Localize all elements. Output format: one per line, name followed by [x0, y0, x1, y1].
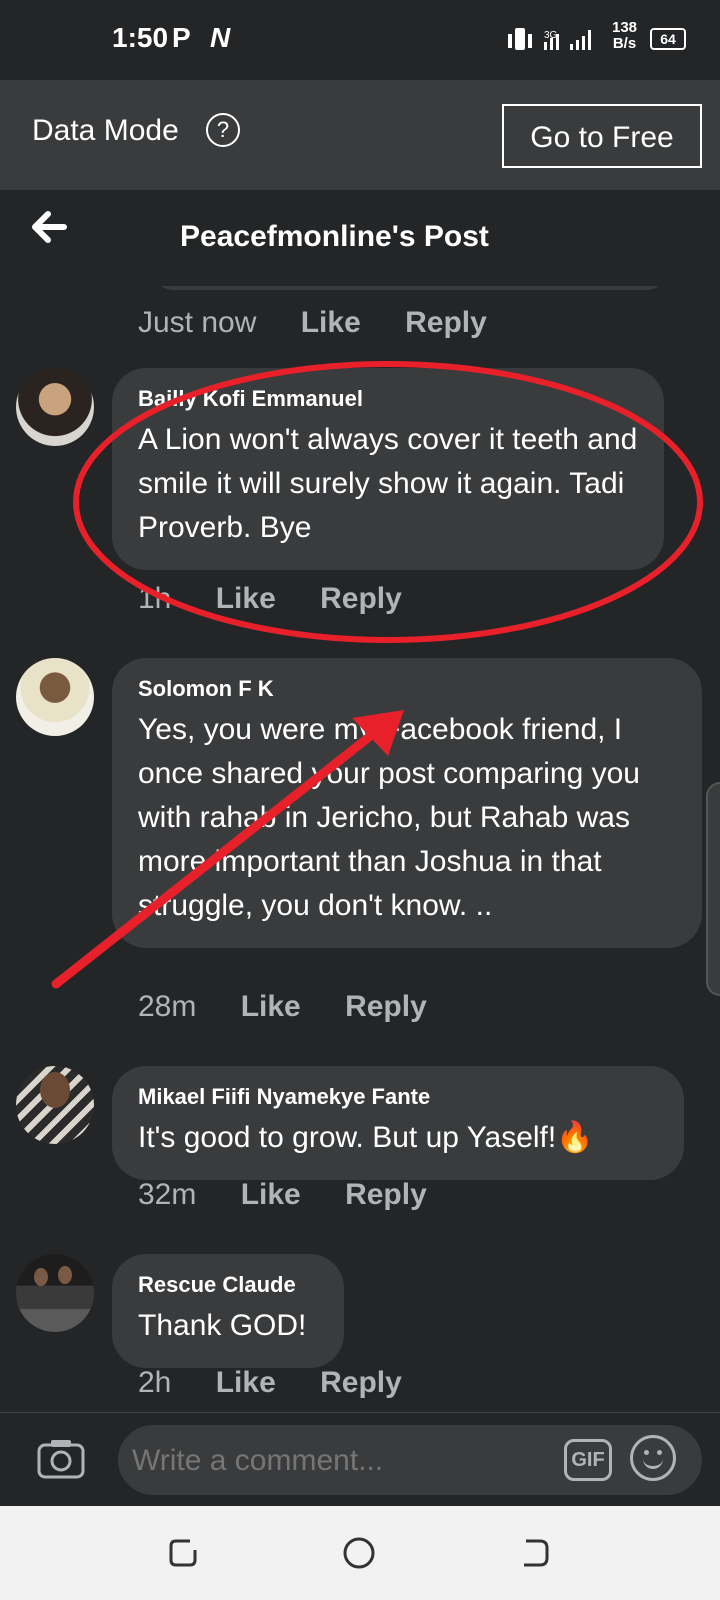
app-notification-icon: P — [172, 22, 191, 53]
comment-input-wrapper: GIF — [118, 1425, 702, 1497]
recent-apps-icon[interactable] — [166, 1536, 200, 1570]
signal-icon: 3G — [508, 28, 591, 50]
network-speed: 138 B/s — [612, 19, 638, 52]
data-mode-label: Data Mode — [32, 114, 179, 147]
status-time: 1:50 — [112, 22, 169, 53]
home-icon[interactable] — [342, 1536, 376, 1570]
status-bar: 1:50 P N 3G 138 B/s 64 — [0, 0, 720, 80]
comment-input[interactable] — [130, 1425, 534, 1497]
data-mode-bar: Data Mode ? Go to Free — [0, 80, 720, 190]
back-arrow-icon[interactable] — [28, 206, 70, 248]
system-nav-bar — [0, 1506, 720, 1600]
help-icon[interactable]: ? — [206, 113, 240, 147]
annotation-arrow-line — [51, 725, 383, 989]
battery-icon: 64 — [650, 28, 686, 50]
comments-list: Just now Like Reply Bailly Kofi Emmanuel… — [0, 286, 720, 1412]
back-nav-icon[interactable] — [518, 1536, 552, 1570]
highlight-ellipse — [73, 361, 703, 643]
page-title: Peacefmonline's Post — [180, 220, 489, 253]
camera-icon[interactable] — [36, 1437, 86, 1481]
annotation-overlay — [51, 361, 703, 989]
post-header: Peacefmonline's Post — [0, 190, 720, 286]
gif-button[interactable]: GIF — [564, 1439, 612, 1481]
app-notification-icon: N — [210, 22, 231, 53]
go-to-free-button[interactable]: Go to Free — [502, 104, 702, 168]
emoji-icon[interactable] — [630, 1435, 676, 1481]
comment-composer: GIF — [0, 1412, 720, 1507]
